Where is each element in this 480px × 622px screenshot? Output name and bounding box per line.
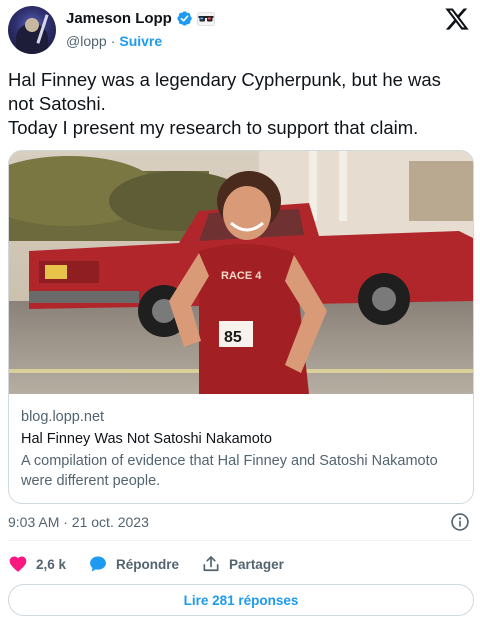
handle-separator: · bbox=[110, 33, 116, 49]
article-photo[interactable]: RACE 4 85 bbox=[9, 151, 473, 394]
tweet-line: Today I present my research to support t… bbox=[8, 117, 419, 138]
x-logo-icon[interactable] bbox=[444, 6, 470, 32]
avatar[interactable] bbox=[8, 6, 56, 54]
reply-label: Répondre bbox=[116, 556, 180, 572]
reply-button[interactable]: Répondre bbox=[88, 554, 179, 574]
runner-photo-illustration: RACE 4 85 bbox=[9, 151, 473, 394]
handle-row: @lopp · Suivre bbox=[66, 33, 162, 49]
tweet-header: Jameson Lopp @lopp · Suivre bbox=[8, 6, 472, 56]
link-card[interactable]: RACE 4 85 blog.lopp.net Hal Finney Was N… bbox=[8, 150, 474, 504]
card-description-line: were different people. bbox=[21, 473, 161, 489]
shirt-text: RACE 4 bbox=[221, 270, 262, 282]
info-icon[interactable] bbox=[450, 512, 470, 532]
action-bar: 2,6 k Répondre Partager bbox=[8, 552, 306, 576]
heart-icon bbox=[9, 556, 27, 572]
card-info[interactable]: blog.lopp.net Hal Finney Was Not Satoshi… bbox=[21, 409, 461, 491]
card-description: A compilation of evidence that Hal Finne… bbox=[21, 451, 461, 491]
follow-button[interactable]: Suivre bbox=[119, 33, 162, 49]
share-button[interactable]: Partager bbox=[201, 554, 284, 574]
share-icon bbox=[203, 556, 219, 572]
author-name[interactable]: Jameson Lopp bbox=[66, 10, 172, 27]
glasses-emoji-icon bbox=[196, 11, 215, 26]
card-description-line: A compilation of evidence that Hal Finne… bbox=[21, 453, 438, 469]
speech-bubble-icon bbox=[90, 556, 106, 572]
card-domain[interactable]: blog.lopp.net bbox=[21, 409, 461, 425]
card-title[interactable]: Hal Finney Was Not Satoshi Nakamoto bbox=[21, 431, 461, 447]
bib-number: 85 bbox=[224, 329, 242, 346]
share-label: Partager bbox=[229, 556, 284, 572]
like-button[interactable]: 2,6 k bbox=[8, 554, 66, 574]
author-handle[interactable]: @lopp bbox=[66, 33, 107, 49]
like-count: 2,6 k bbox=[36, 556, 67, 572]
tweet-timestamp[interactable]: 9:03 AM · 21 oct. 2023 bbox=[8, 514, 149, 530]
read-replies-button[interactable]: Lire 281 réponses bbox=[8, 584, 474, 616]
tweet-line: Hal Finney was a legendary Cypherpunk, b… bbox=[8, 69, 441, 90]
author-name-row: Jameson Lopp bbox=[66, 10, 215, 27]
tweet-text: Hal Finney was a legendary Cypherpunk, b… bbox=[8, 68, 474, 140]
verified-badge-icon bbox=[177, 11, 192, 26]
tweet-line: not Satoshi. bbox=[8, 93, 106, 114]
divider bbox=[8, 540, 472, 541]
